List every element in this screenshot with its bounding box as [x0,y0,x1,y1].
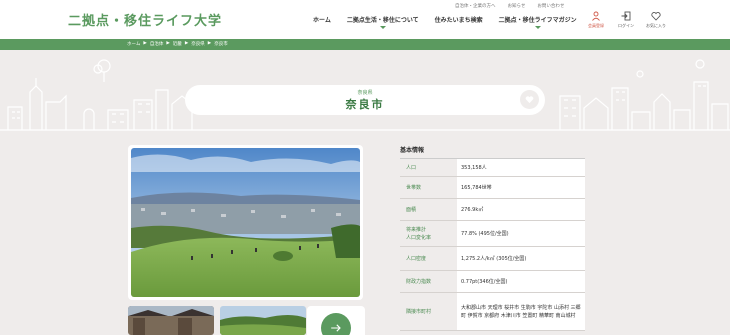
main-nav: ホーム 二拠点生活・移住について 住みたいまち検索 二拠点・移住ライフマガジン [313,15,593,29]
breadcrumb-item-region[interactable]: 近畿 [173,41,182,47]
subnav-link-municipality[interactable]: 自治体・企業の方へ [455,3,496,9]
info-key: 隣接市町村 [400,293,457,330]
basic-info-section: 基本情報 人口 353,158人 世帯数 165,784世帯 面積 276.9k… [400,145,585,331]
info-value: 77.8% (495位/全国) [461,230,509,237]
breadcrumb-item-municipality[interactable]: 自治体 [150,41,164,47]
caret-down-icon [534,26,541,29]
member-register-icon [592,11,600,21]
info-value: 276.9k㎡ [461,206,484,213]
breadcrumb-separator: ▶ [143,41,147,46]
utility-nav: 自治体・企業の方へ お知らせ お問い合わせ [455,3,564,9]
caret-down-icon [379,26,386,29]
info-value: 165,784世帯 [461,184,492,191]
info-key: 人口密度 [400,247,457,270]
header-icons: 会員登録 ログイン お気に入り [585,11,667,29]
nav-item-home[interactable]: ホーム [313,15,331,24]
basic-info-table: 人口 353,158人 世帯数 165,784世帯 面積 276.9k㎡ 将来推… [400,158,585,331]
info-value: 1,275.2人/k㎡ (305位/全国) [461,255,527,262]
breadcrumb: ホーム ▶ 自治体 ▶ 近畿 ▶ 奈良県 ▶ 奈良市 [127,41,228,47]
subnav-link-contact[interactable]: お問い合わせ [537,3,564,9]
info-row-population: 人口 353,158人 [400,159,585,177]
thumbnail-street[interactable] [128,306,214,335]
thumbnail-field[interactable] [220,306,306,335]
street-image [128,306,214,335]
breadcrumb-separator: ▶ [207,41,212,46]
info-key: 世帯数 [400,177,457,198]
info-row-population-change: 将来推計 人口変化率 77.8% (495位/全国) [400,221,585,247]
landscape-image [131,148,360,297]
page-title: 奈良市 [345,98,385,111]
subnav-link-news[interactable]: お知らせ [508,3,526,9]
info-value: 0.77pt(346位/全国) [461,278,508,285]
breadcrumb-separator: ▶ [166,41,170,46]
breadcrumb-separator: ▶ [184,41,189,46]
breadcrumb-item-home[interactable]: ホーム [127,41,140,47]
nav-item-label: 二拠点・移住ライフマガジン [498,17,577,24]
info-row-area: 面積 276.9k㎡ [400,199,585,221]
favorite-icon [651,12,661,21]
heart-icon [525,96,534,104]
member-register-label: 会員登録 [588,23,604,28]
prefecture-label: 奈良県 [357,90,373,96]
login-button[interactable]: ログイン [615,11,637,29]
next-slide-card [307,306,365,335]
nav-item-label: ホーム [313,17,331,24]
site-logo[interactable]: 二拠点・移住ライフ大学 [68,10,222,29]
info-row-neighbors: 隣接市町村 大和郡山市 天理市 桜井市 生駒市 宇陀市 山添村 三郷町 伊賀市 … [400,293,585,331]
next-slide-button[interactable] [321,313,351,335]
breadcrumb-item-prefecture[interactable]: 奈良県 [191,41,205,47]
breadcrumb-item-current: 奈良市 [214,42,228,47]
login-label: ログイン [618,23,634,28]
nav-item-label: 二拠点生活・移住について [346,17,419,24]
info-key: 面積 [400,199,457,220]
favorite-label: お気に入り [646,23,666,28]
nav-item-magazine[interactable]: 二拠点・移住ライフマガジン [498,15,577,29]
login-icon [621,11,631,21]
add-favorite-button[interactable] [520,90,539,109]
nav-item-search[interactable]: 住みたいまち検索 [435,15,483,24]
city-main-photo [128,145,363,300]
section-heading: 基本情報 [400,147,425,154]
info-value: 大和郡山市 天理市 桜井市 生駒市 宇陀市 山添村 三郷町 伊賀市 京都府 木津… [461,304,581,319]
info-value: 353,158人 [461,164,487,171]
info-row-households: 世帯数 165,784世帯 [400,177,585,199]
info-row-density: 人口密度 1,275.2人/k㎡ (305位/全国) [400,247,585,271]
info-row-fiscal-index: 財政力指数 0.77pt(346位/全国) [400,271,585,293]
info-key: 人口 [400,159,457,176]
member-register-button[interactable]: 会員登録 [585,11,607,29]
photo-thumbnails [128,306,306,335]
arrow-right-icon [331,324,341,332]
info-key: 将来推計 人口変化率 [400,221,457,246]
favorite-button[interactable]: お気に入り [645,11,667,29]
breadcrumb-bar: ホーム ▶ 自治体 ▶ 近畿 ▶ 奈良県 ▶ 奈良市 [0,39,730,50]
site-header: 二拠点・移住ライフ大学 自治体・企業の方へ お知らせ お問い合わせ ホーム 二拠… [0,0,730,39]
info-key: 財政力指数 [400,271,457,292]
nav-item-about[interactable]: 二拠点生活・移住について [346,15,419,29]
field-image [220,306,306,335]
nav-item-label: 住みたいまち検索 [434,17,483,24]
city-title-banner: 奈良県 奈良市 [185,85,545,115]
